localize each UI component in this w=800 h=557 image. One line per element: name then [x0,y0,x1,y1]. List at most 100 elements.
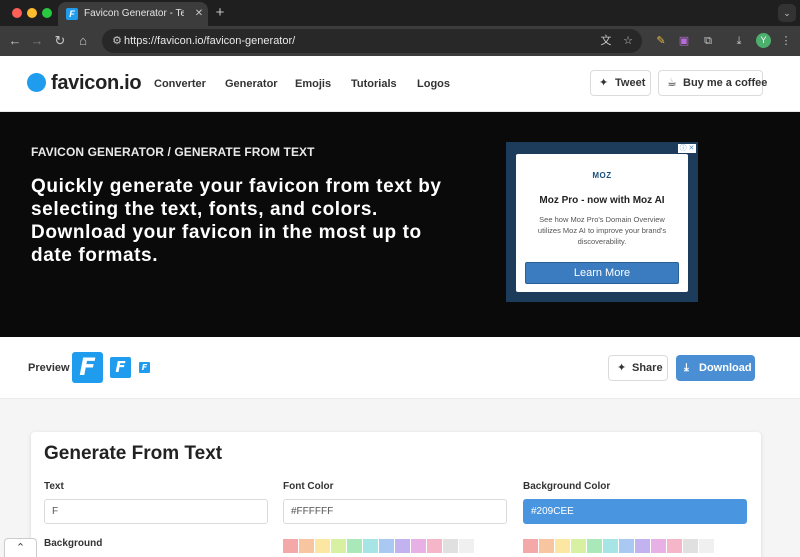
hero-section: FAVICON GENERATOR / GENERATE FROM TEXT Q… [0,112,800,337]
breadcrumb: FAVICON GENERATOR / GENERATE FROM TEXT [31,145,315,159]
color-swatch[interactable] [683,539,698,553]
preview-bar: Preview F F F ✦ Share ⤓ Download [0,337,800,399]
tab-favicon-icon: F [66,8,78,20]
color-swatch[interactable] [539,539,554,553]
color-swatch[interactable] [587,539,602,553]
font-color-swatches[interactable] [283,539,507,553]
color-swatch[interactable] [347,539,362,553]
color-swatch[interactable] [443,539,458,553]
browser-tab-active[interactable]: F Favicon Generator - Text to F ✕ [58,2,208,26]
web-page: favicon.io Converter Generator Emojis Tu… [0,56,800,557]
background-color-input[interactable]: #209CEE [523,499,747,524]
color-swatch[interactable] [555,539,570,553]
background-color-label: Background Color [523,481,611,492]
star-icon[interactable]: ☆ [620,33,636,49]
tab-search-icon[interactable]: ⌄ [778,4,796,22]
close-window-button[interactable] [12,8,22,18]
address-bar[interactable]: ⚙ https://favicon.io/favicon-generator/ … [102,29,642,53]
maximize-window-button[interactable] [42,8,52,18]
color-swatch[interactable] [635,539,650,553]
tab-close-icon[interactable]: ✕ [192,7,206,21]
buy-me-a-coffee-button[interactable]: ☕ Buy me a coffee [658,70,767,96]
ad-title: Moz Pro - now with Moz AI [539,195,665,206]
nav-link-logos[interactable]: Logos [417,76,450,92]
download-icon[interactable]: ⤓ [731,33,747,49]
text-input[interactable]: F [44,499,268,524]
tweet-button[interactable]: ✦ Tweet [590,70,651,96]
color-swatch[interactable] [667,539,682,553]
coffee-cup-icon: ☕ [667,77,677,89]
color-swatch[interactable] [299,539,314,553]
nav-link-generator[interactable]: Generator [225,76,278,92]
share-button[interactable]: ✦ Share [608,355,668,381]
tweet-button-label: Tweet [615,77,646,89]
extension-icon[interactable]: ✎ [653,33,669,49]
generator-title: Generate From Text [44,443,223,464]
back-icon[interactable]: ← [6,32,24,50]
browser-tab-bar: F Favicon Generator - Text to F ✕ + ⌄ [0,0,800,26]
color-swatch[interactable] [315,539,330,553]
hero-headline: Quickly generate your favicon from text … [31,176,442,266]
ad-brand-logo: MOZ [592,171,612,180]
font-color-input[interactable]: #FFFFFF [283,499,507,524]
main-content: Generate From Text Text F Font Color #FF… [0,399,800,557]
color-swatch[interactable] [651,539,666,553]
extension-icon[interactable]: ▣ [676,33,692,49]
kebab-menu-icon[interactable]: ⋮ [778,33,794,49]
ad-card[interactable]: MOZ Moz Pro - now with Moz AI See how Mo… [516,154,688,292]
translate-icon[interactable]: 文 [598,33,614,49]
home-icon[interactable]: ⌂ [74,32,92,50]
download-icon: ⤓ [684,362,689,374]
text-field-label: Text [44,481,64,492]
ad-body: See how Moz Pro's Domain Overview utiliz… [537,215,667,246]
color-swatch[interactable] [427,539,442,553]
coffee-button-label: Buy me a coffee [683,77,768,89]
color-swatch[interactable] [619,539,634,553]
color-swatch[interactable] [571,539,586,553]
color-swatch[interactable] [523,539,538,553]
browser-toolbar: ← → ↻ ⌂ ⚙ https://favicon.io/favicon-gen… [0,26,800,56]
download-button[interactable]: ⤓ Download [676,355,755,381]
color-swatch[interactable] [283,539,298,553]
logo-icon[interactable] [27,73,46,92]
nav-link-emojis[interactable]: Emojis [295,76,331,92]
color-swatch[interactable] [459,539,474,553]
favicon-preview-medium: F [110,357,131,378]
minimize-window-button[interactable] [27,8,37,18]
font-color-label: Font Color [283,481,334,492]
favicon-preview-large: F [72,352,103,383]
background-color-swatches[interactable] [523,539,747,553]
color-swatch[interactable] [411,539,426,553]
color-swatch[interactable] [395,539,410,553]
preview-label: Preview [28,362,70,374]
download-button-label: Download [699,362,752,374]
nav-link-tutorials[interactable]: Tutorials [351,76,397,92]
color-swatch[interactable] [331,539,346,553]
color-swatch[interactable] [475,539,490,553]
color-swatch[interactable] [363,539,378,553]
advertisement[interactable]: ⓘ ✕ MOZ Moz Pro - now with Moz AI See ho… [506,142,698,302]
nav-link-converter[interactable]: Converter [154,76,206,92]
tab-title: Favicon Generator - Text to F [84,8,184,19]
site-logo[interactable]: favicon.io [51,70,142,96]
avatar[interactable]: Y [756,33,771,48]
color-swatch[interactable] [379,539,394,553]
new-tab-icon[interactable]: + [211,4,229,22]
ad-choices-icon[interactable]: ⓘ ✕ [678,144,696,153]
address-bar-url[interactable]: https://favicon.io/favicon-generator/ [124,34,295,48]
share-button-label: Share [632,362,663,374]
tune-icon[interactable]: ⚙ [110,33,124,49]
forward-icon[interactable]: → [28,32,46,50]
favicon-preview-small: F [139,362,150,373]
color-swatch[interactable] [715,539,730,553]
background-label: Background [44,538,103,549]
ad-learn-more-button[interactable]: Learn More [525,262,679,284]
reload-icon[interactable]: ↻ [51,32,69,50]
color-swatch[interactable] [603,539,618,553]
color-swatch[interactable] [699,539,714,553]
twitter-icon: ✦ [617,362,627,374]
chevron-up-icon[interactable]: ⌃ [4,538,37,557]
generator-card: Generate From Text Text F Font Color #FF… [31,432,761,557]
twitter-icon: ✦ [599,77,609,89]
extensions-icon[interactable]: ⧉ [700,33,716,49]
